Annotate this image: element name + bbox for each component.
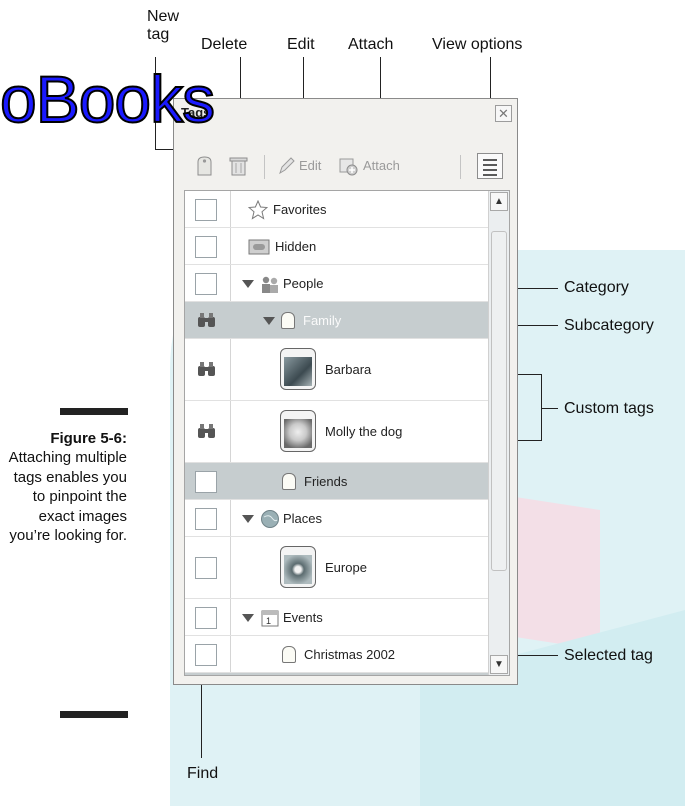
tag-row[interactable]: Favorites [185, 191, 490, 228]
figure-number: Figure 5-6: [50, 430, 127, 447]
photo-tag-icon [280, 348, 316, 390]
tag-label: Europe [325, 560, 367, 575]
photo-tag-icon [280, 546, 316, 588]
caption-rule-top [60, 408, 128, 415]
tag-icon [282, 645, 296, 663]
new-tag-callout: New tag [147, 8, 179, 44]
edit-callout: Edit [287, 36, 315, 53]
tag-row[interactable]: Winter Vacation 2... [185, 673, 490, 675]
tag-label: People [283, 275, 324, 291]
tag-label: Christmas 2002 [304, 646, 396, 662]
tag-label: Events [283, 609, 323, 625]
tag-row[interactable]: Europe [185, 537, 490, 599]
tag-row[interactable]: Family [185, 302, 490, 339]
edit-pencil-icon[interactable] [277, 156, 296, 176]
attach-icon[interactable] [339, 156, 358, 176]
binoculars-icon[interactable] [196, 423, 217, 441]
expand-triangle-icon[interactable] [242, 514, 254, 523]
view-options-callout: View options [432, 36, 523, 53]
people-icon [260, 274, 280, 299]
tag-label: Hidden [275, 238, 317, 254]
tag-row[interactable]: Barbara [185, 339, 490, 401]
tag-row[interactable]: Places [185, 500, 490, 537]
find-checkbox[interactable] [195, 235, 217, 258]
close-icon[interactable]: ✕ [495, 105, 512, 122]
find-checkbox[interactable] [195, 643, 217, 666]
star-icon [247, 199, 269, 225]
expand-triangle-icon[interactable] [242, 279, 254, 288]
tag-row[interactable]: 1 Events [185, 599, 490, 636]
calendar-icon: 1 [260, 608, 280, 633]
tag-label: Places [283, 510, 323, 526]
tag-row[interactable]: People [185, 265, 490, 302]
tag-label: Barbara [325, 362, 372, 377]
find-checkbox[interactable] [195, 606, 217, 629]
find-checkbox[interactable] [195, 507, 217, 530]
tag-icon [281, 311, 295, 329]
tag-label: Favorites [273, 201, 327, 217]
expand-triangle-icon[interactable] [242, 613, 254, 622]
subcategory-callout: Subcategory [564, 317, 654, 334]
find-checkbox[interactable] [195, 470, 217, 493]
svg-text:1: 1 [266, 616, 271, 626]
custom-tags-callout: Custom tags [564, 400, 654, 417]
scroll-thumb[interactable] [491, 231, 507, 571]
attach-callout: Attach [348, 36, 394, 53]
scroll-down-icon[interactable]: ▼ [490, 655, 508, 674]
tag-label: Family [303, 312, 342, 328]
trash-icon[interactable] [229, 156, 248, 176]
tag-row[interactable]: Friends [185, 463, 490, 500]
scrollbar[interactable]: ▲ ▼ [488, 191, 509, 675]
hidden-icon [248, 239, 270, 260]
find-callout: Find [187, 765, 219, 782]
tag-row[interactable]: Christmas 2002 [185, 636, 490, 673]
tags-panel: Tags ✕ Edit Attach Favorites Hidden People… [173, 98, 518, 685]
tag-icon [282, 472, 296, 490]
delete-callout: Delete [201, 36, 248, 53]
caption-text: Attaching multiple tags enables you to p… [8, 449, 127, 545]
category-callout: Category [564, 279, 629, 296]
find-checkbox[interactable] [195, 557, 217, 579]
edit-button[interactable]: Edit [299, 158, 321, 173]
tag-label: Friends [304, 473, 348, 489]
photo-tag-icon [280, 410, 316, 452]
binoculars-icon[interactable] [196, 312, 217, 330]
view-options-icon[interactable] [477, 153, 503, 179]
toolbar-separator [460, 155, 461, 179]
find-checkbox[interactable] [195, 272, 217, 295]
caption-rule-bottom [60, 711, 128, 718]
tag-row[interactable]: Hidden [185, 228, 490, 265]
find-checkbox[interactable] [195, 198, 217, 221]
scroll-up-icon[interactable]: ▲ [490, 192, 508, 211]
toolbar: Edit Attach [174, 149, 517, 181]
figure-caption: Figure 5-6: Attaching multiple tags enab… [0, 429, 127, 545]
leader-line [541, 408, 558, 409]
watermark-logo: oBooks [0, 62, 216, 136]
globe-icon [260, 509, 280, 534]
selected-tag-callout: Selected tag [564, 647, 653, 664]
binoculars-icon[interactable] [196, 361, 217, 379]
tags-list: Favorites Hidden People Family Barbara Molly … [184, 190, 510, 676]
new-tag-icon[interactable] [195, 156, 214, 176]
expand-triangle-icon[interactable] [263, 316, 275, 325]
toolbar-separator [264, 155, 265, 179]
tag-row[interactable]: Molly the dog [185, 401, 490, 463]
attach-button[interactable]: Attach [363, 158, 400, 173]
tag-label: Molly the dog [325, 424, 403, 439]
new-tag-callout-text: New tag [147, 8, 180, 43]
